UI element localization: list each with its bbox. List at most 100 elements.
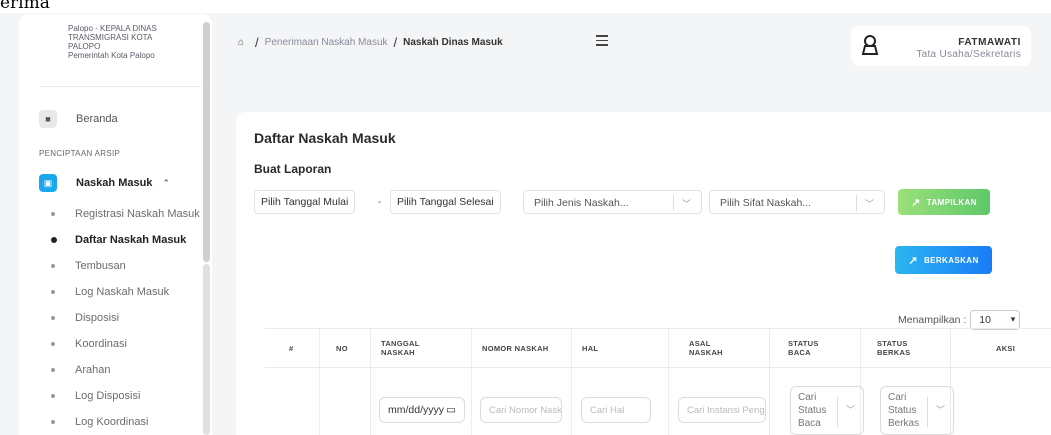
breadcrumb-current: Naskah Dinas Masuk <box>403 37 503 48</box>
org-line: Pemerintah Kota Palopo <box>68 51 155 60</box>
sidebar-item-log-disposisi[interactable]: Log Disposisi <box>51 390 140 402</box>
bullet-icon <box>51 420 55 425</box>
column-divider <box>571 328 572 435</box>
date-range-separator: - <box>378 197 382 208</box>
hal-filter[interactable]: Cari Hal <box>581 397 651 423</box>
chevron-down-icon: ▾ <box>1010 314 1016 324</box>
column-header[interactable]: NO <box>336 328 348 368</box>
column-header[interactable]: STATUS BERKAS <box>877 328 917 368</box>
sidebar-item-log-koordinasi[interactable]: Log Koordinasi <box>51 416 148 428</box>
end-date-picker[interactable]: Pilih Tanggal Selesai <box>390 190 501 214</box>
sidebar-section-title: PENCIPTAAN ARSIP <box>39 149 121 158</box>
select-placeholder: Pilih Jenis Naskah... <box>534 197 629 209</box>
page-size-control: Menampilkan : 10 ▾ <box>898 310 1021 330</box>
org-line: TRANSMIGRASI KOTA <box>68 33 153 42</box>
org-line: PALOPO <box>68 42 101 51</box>
status-berkas-placeholder: Cari Status Berkas <box>888 392 920 429</box>
select-divider <box>856 195 857 211</box>
breadcrumb-link[interactable]: Penerimaan Naskah Masuk <box>265 37 388 48</box>
chevron-down-icon: ﹀ <box>936 405 946 415</box>
sidebar-item-koordinasi[interactable]: Koordinasi <box>51 338 127 350</box>
start-date-picker[interactable]: Pilih Tanggal Mulai <box>254 190 356 214</box>
external-link-icon: ↗ <box>911 196 921 209</box>
status-berkas-filter[interactable]: Cari Status Berkas ﹀ <box>880 386 954 435</box>
select-placeholder: Pilih Sifat Naskah... <box>720 197 812 209</box>
sifat-naskah-select[interactable]: Pilih Sifat Naskah... ﹀ <box>709 190 885 214</box>
org-info: Palopo - KEPALA DINAS TRANSMIGRASI KOTA … <box>68 24 208 60</box>
sidebar-group-naskah-masuk[interactable]: ▣ Naskah Masuk ⌃ <box>39 174 170 192</box>
grid-icon: ■ <box>39 110 57 128</box>
sidebar-item-beranda[interactable]: ■ Beranda <box>39 110 118 128</box>
user-role: Tata Usaha/Sekretaris <box>916 49 1021 60</box>
page-title: Daftar Naskah Masuk <box>254 130 396 146</box>
column-divider <box>319 328 320 435</box>
top-partial-text: erima <box>0 0 1051 13</box>
page-size-label: Menampilkan : <box>898 314 967 326</box>
user-menu[interactable]: FATMAWATI Tata Usaha/Sekretaris <box>851 26 1031 66</box>
main-card: Daftar Naskah Masuk Buat Laporan Pilih T… <box>236 112 1051 435</box>
chevron-up-icon: ⌃ <box>162 177 170 188</box>
select-divider <box>673 195 674 211</box>
home-icon[interactable]: ⌂ <box>238 37 244 48</box>
chevron-down-icon: ﹀ <box>865 199 875 209</box>
jenis-naskah-select[interactable]: Pilih Jenis Naskah... ﹀ <box>523 190 702 214</box>
user-icon <box>861 35 879 55</box>
sidebar-item-disposisi[interactable]: Disposisi <box>51 312 119 324</box>
chevron-down-icon: ﹀ <box>846 405 856 415</box>
column-header[interactable]: ASAL NASKAH <box>689 328 729 368</box>
berkaskan-button[interactable]: ↗ BERKASKAN <box>895 246 992 274</box>
status-baca-placeholder: Cari Status Baca <box>798 392 827 429</box>
external-link-icon: ↗ <box>908 254 918 267</box>
sidebar: Palopo - KEPALA DINAS TRANSMIGRASI KOTA … <box>19 14 212 435</box>
button-label: BERKASKAN <box>923 255 979 265</box>
user-name: FATMAWATI <box>958 37 1021 48</box>
column-header[interactable]: STATUS BACA <box>788 328 828 368</box>
bullet-icon <box>51 212 55 217</box>
nomor-naskah-filter[interactable]: Cari Nomor Naskah <box>480 397 562 423</box>
breadcrumb: ⌂ / Penerimaan Naskah Masuk / Naskah Din… <box>238 35 503 50</box>
column-header[interactable]: HAL <box>582 328 598 368</box>
inbox-icon: ▣ <box>39 174 57 192</box>
asal-naskah-filter[interactable]: Cari Instansi Pengirim <box>678 397 766 423</box>
column-divider <box>471 328 472 435</box>
breadcrumb-separator: / <box>255 35 259 50</box>
select-divider <box>927 397 928 427</box>
bullet-icon <box>51 368 55 373</box>
calendar-icon: ▭ <box>446 404 456 416</box>
menu-toggle-icon[interactable] <box>596 35 608 49</box>
bullet-icon <box>51 394 55 399</box>
date-filter-value: mm/dd/yyyy <box>388 404 444 416</box>
sidebar-group-label: Naskah Masuk <box>76 177 153 189</box>
column-header[interactable]: # <box>289 328 293 368</box>
tampilkan-button[interactable]: ↗ TAMPILKAN <box>898 189 990 215</box>
naskah-table: # NO TANGGAL NASKAH NOMOR NASKAH HAL ASA… <box>265 328 1051 435</box>
sidebar-item-daftar[interactable]: Daftar Naskah Masuk <box>51 234 186 246</box>
sidebar-scrollbar-thumb[interactable] <box>203 22 210 262</box>
bullet-icon <box>51 237 57 244</box>
sidebar-scrollbar-track[interactable] <box>203 264 210 435</box>
column-divider <box>370 328 371 435</box>
bullet-icon <box>51 264 55 269</box>
report-title: Buat Laporan <box>254 162 332 176</box>
sidebar-item-tembusan[interactable]: Tembusan <box>51 260 126 272</box>
bullet-icon <box>51 342 55 347</box>
sidebar-item-label: Beranda <box>76 113 118 125</box>
bullet-icon <box>51 290 55 295</box>
org-line: Palopo - KEPALA DINAS <box>68 24 157 33</box>
sidebar-item-registrasi[interactable]: Registrasi Naskah Masuk <box>51 208 200 220</box>
column-header[interactable]: NOMOR NASKAH <box>482 328 549 368</box>
column-header[interactable]: TANGGAL NASKAH <box>381 328 441 368</box>
column-divider <box>668 328 669 435</box>
column-divider <box>769 328 770 435</box>
status-baca-filter[interactable]: Cari Status Baca ﹀ <box>790 386 864 435</box>
bullet-icon <box>51 316 55 321</box>
sidebar-item-arahan[interactable]: Arahan <box>51 364 110 376</box>
sidebar-divider <box>39 86 201 87</box>
select-divider <box>837 397 838 427</box>
sidebar-item-log-naskah[interactable]: Log Naskah Masuk <box>51 286 169 298</box>
page-size-value: 10 <box>979 314 991 326</box>
date-filter-input[interactable]: mm/dd/yyyy ▭ <box>379 397 465 423</box>
page-size-select[interactable]: 10 ▾ <box>970 310 1021 330</box>
breadcrumb-separator: / <box>393 35 398 50</box>
button-label: TAMPILKAN <box>926 197 977 207</box>
